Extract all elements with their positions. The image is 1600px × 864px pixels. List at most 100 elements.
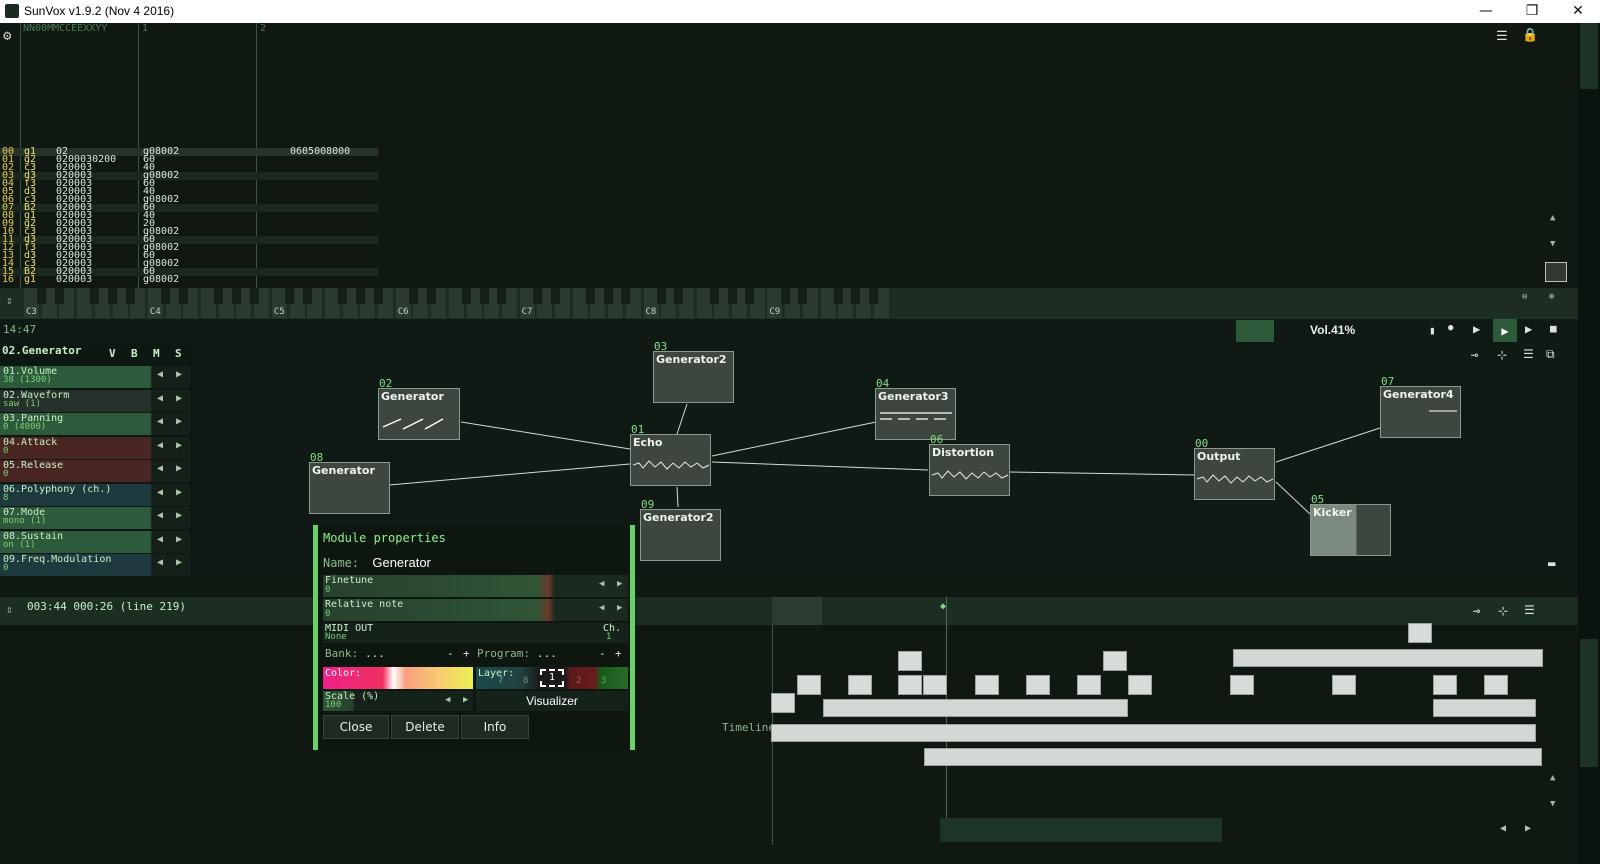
black-key[interactable] xyxy=(497,288,507,304)
play-from-start-icon[interactable]: ▶ xyxy=(1473,322,1480,336)
black-key[interactable] xyxy=(709,288,719,304)
module-kicker-05[interactable]: Kicker xyxy=(1310,504,1391,556)
black-key[interactable] xyxy=(869,288,879,304)
scale-slider[interactable]: Scale (%) 100 ◀ ▶ xyxy=(323,691,473,711)
timeline-pattern-block[interactable] xyxy=(923,675,947,695)
black-key[interactable] xyxy=(780,288,790,304)
timeline-pattern-block[interactable] xyxy=(1233,649,1543,667)
bank-program-row[interactable]: Bank: ... - + Program: ... - + xyxy=(323,647,628,663)
timeline-pattern-block[interactable] xyxy=(1077,675,1101,695)
stop-icon[interactable]: ■ xyxy=(1550,322,1557,335)
lock-icon[interactable]: 🔒 xyxy=(1522,28,1538,43)
layer-8[interactable]: 8 xyxy=(523,676,528,686)
program-minus-button[interactable]: - xyxy=(599,647,606,660)
zoom-out-icon[interactable]: ⊸ xyxy=(1471,348,1478,362)
bank-value[interactable]: ... xyxy=(365,647,385,660)
module-generator3-04[interactable]: Generator3 xyxy=(875,388,956,440)
increase-icon[interactable]: ▶ xyxy=(176,393,182,404)
black-key[interactable] xyxy=(585,288,595,304)
menu-icon[interactable]: ☰ xyxy=(1496,29,1508,44)
decrease-icon[interactable]: ◀ xyxy=(157,416,163,427)
increase-icon[interactable]: ▶ xyxy=(176,557,182,568)
module-echo-01[interactable]: Echo xyxy=(630,434,711,486)
timeline-pattern-block[interactable] xyxy=(1128,675,1152,695)
close-button[interactable]: Close xyxy=(323,715,389,739)
black-key[interactable] xyxy=(214,288,224,304)
pattern-row[interactable]: 16 g1 020003 g08002 xyxy=(0,275,378,285)
color-layer-row[interactable]: Color: Layer: 7 8 1 2 3 xyxy=(323,667,628,689)
octave-up-icon[interactable]: ⊕ xyxy=(1549,292,1554,302)
black-key[interactable] xyxy=(727,288,737,304)
decrease-icon[interactable]: ◀ xyxy=(157,440,163,451)
black-key[interactable] xyxy=(373,288,383,304)
controller-slider[interactable]: 08.Sustain on (1) ◀ ▶ xyxy=(0,530,190,553)
visible-flag[interactable]: V xyxy=(109,347,116,360)
delete-button[interactable]: Delete xyxy=(391,715,459,739)
timeline-resize-icon[interactable]: ⇕ xyxy=(6,603,13,616)
black-key[interactable] xyxy=(479,288,489,304)
black-key[interactable] xyxy=(108,288,117,304)
timeline-pattern-block[interactable] xyxy=(1484,675,1508,695)
black-key[interactable] xyxy=(90,288,100,304)
timeline-pattern-block[interactable] xyxy=(898,651,922,671)
scroll-down-icon[interactable]: ▼ xyxy=(1550,239,1555,249)
module-properties-dialog[interactable]: Module properties Name: Generator Finetu… xyxy=(313,525,635,750)
decrease-icon[interactable]: ◀ xyxy=(157,463,163,474)
black-key[interactable] xyxy=(603,288,613,304)
black-key[interactable] xyxy=(621,288,631,304)
relative-note-slider[interactable]: Relative note 0 ◀ ▶ xyxy=(323,599,628,621)
controller-slider[interactable]: 04.Attack 0 ◀ ▶ xyxy=(0,436,190,459)
timeline-scroll-down-icon[interactable]: ▼ xyxy=(1550,799,1555,809)
close-window-button[interactable]: ✕ xyxy=(1555,0,1600,23)
black-key[interactable] xyxy=(37,288,47,304)
increase-icon[interactable]: ▶ xyxy=(176,534,182,545)
layer-selector[interactable]: Layer: 7 8 1 2 3 xyxy=(476,667,628,689)
pattern-visualizer-icon[interactable] xyxy=(1545,262,1567,282)
black-key[interactable] xyxy=(656,288,666,304)
timeline-scroll-thumb[interactable] xyxy=(1580,639,1598,767)
black-key[interactable] xyxy=(125,288,135,304)
black-key[interactable] xyxy=(408,288,418,304)
decrease-icon[interactable]: ◀ xyxy=(157,487,163,498)
module-generator4-07[interactable]: Generator4 xyxy=(1380,386,1461,438)
decrease-icon[interactable]: ◀ xyxy=(157,534,163,545)
solo-flag[interactable]: S xyxy=(175,347,182,360)
module-layout-icon[interactable]: ⧉ xyxy=(1546,347,1555,362)
module-generator2-09[interactable]: Generator2 xyxy=(640,509,721,561)
controller-slider[interactable]: 03.Panning 0 (4000) ◀ ▶ xyxy=(0,413,190,435)
increase-icon[interactable]: ▶ xyxy=(176,369,182,380)
black-key[interactable] xyxy=(338,288,348,304)
black-key[interactable] xyxy=(798,288,808,304)
timeline-pattern-block[interactable] xyxy=(1433,675,1457,695)
controller-slider[interactable]: 07.Mode mono (1) ◀ ▶ xyxy=(0,507,190,529)
black-key[interactable] xyxy=(462,288,471,304)
decrease-icon[interactable]: ◀ xyxy=(157,369,163,380)
scroll-right-icon[interactable]: ▶ xyxy=(1525,823,1531,834)
increase-icon[interactable]: ▶ xyxy=(176,510,182,521)
decrease-icon[interactable]: ◀ xyxy=(157,393,163,404)
visualizer-button[interactable]: Visualizer xyxy=(476,691,628,711)
scale-right-icon[interactable]: ▶ xyxy=(463,695,468,705)
right-scrollbar[interactable] xyxy=(1578,23,1600,864)
module-menu-icon[interactable]: ☰ xyxy=(1523,347,1534,361)
timeline-pattern-block[interactable] xyxy=(1026,675,1050,695)
layer-1-selected[interactable]: 1 xyxy=(540,669,564,687)
relnote-left-icon[interactable]: ◀ xyxy=(599,603,604,613)
piano-keyboard[interactable]: ⇕ C3 C4 C5 C6 C7 C8 C9 ⊖ ⊕ xyxy=(0,288,1578,318)
black-key[interactable] xyxy=(302,288,312,304)
mute-flag[interactable]: M xyxy=(153,347,160,360)
midi-out-row[interactable]: MIDI OUT None Ch. 1 xyxy=(323,623,628,643)
increase-icon[interactable]: ▶ xyxy=(176,440,182,451)
info-button[interactable]: Info xyxy=(461,715,529,739)
timeline-pattern-block[interactable] xyxy=(823,699,1128,717)
timeline-pattern-block[interactable] xyxy=(975,675,999,695)
scroll-left-icon[interactable]: ◀ xyxy=(1500,823,1506,834)
bank-plus-button[interactable]: + xyxy=(463,647,470,660)
timeline-scrollbar[interactable] xyxy=(940,818,1222,842)
black-key[interactable] xyxy=(54,288,64,304)
layer-3[interactable]: 3 xyxy=(601,676,606,686)
black-key[interactable] xyxy=(249,288,259,304)
bank-minus-button[interactable]: - xyxy=(447,647,454,660)
black-key[interactable] xyxy=(178,288,188,304)
layer-7[interactable]: 7 xyxy=(498,676,503,686)
